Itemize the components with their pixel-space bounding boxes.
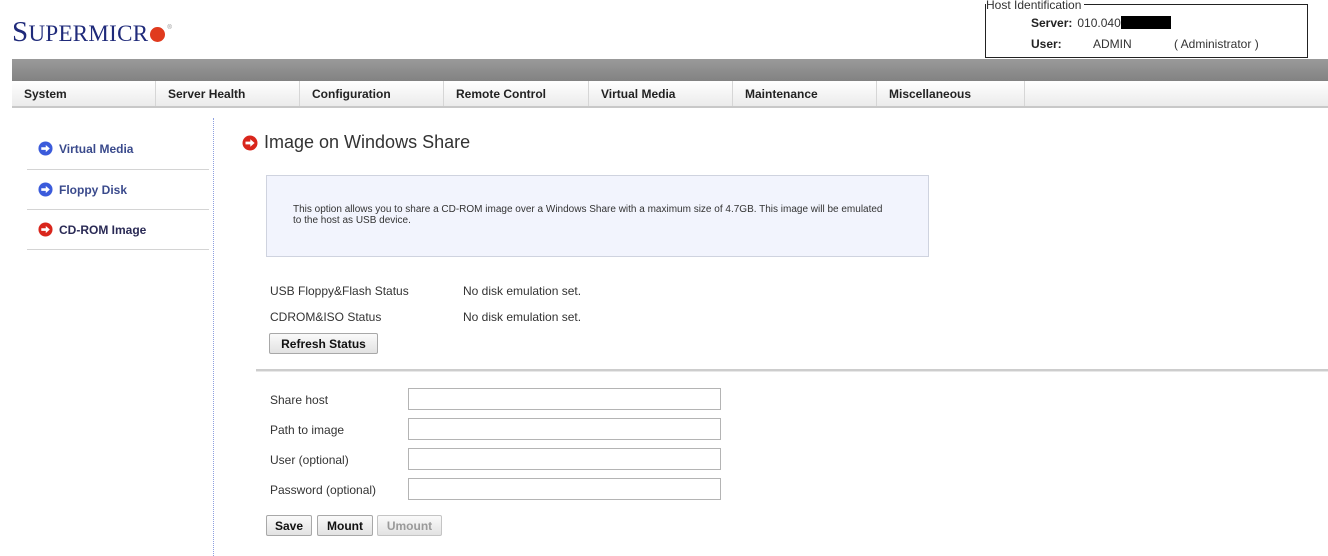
status-label: USB Floppy&Flash Status <box>270 284 409 298</box>
sidebar-item-label: CD-ROM Image <box>59 222 147 237</box>
info-text: This option allows you to share a CD-ROM… <box>293 204 883 226</box>
server-label: Server: <box>1031 16 1073 30</box>
sidebar-item-floppy-disk[interactable]: Floppy Disk <box>27 170 209 210</box>
nav-item-configuration[interactable]: Configuration <box>300 81 444 106</box>
save-button[interactable]: Save <box>266 515 312 536</box>
arrow-right-circle-icon <box>242 135 258 150</box>
user-label: User: <box>1031 37 1062 51</box>
nav-header-bar <box>12 59 1328 81</box>
nav-filler <box>1025 81 1328 106</box>
arrow-right-circle-icon <box>38 222 53 237</box>
sidebar-item-virtual-media[interactable]: Virtual Media <box>27 128 209 170</box>
path-to-image-input[interactable] <box>408 418 721 440</box>
user-row: User: ADMIN ( Administrator ) <box>1031 37 1306 51</box>
nav-item-remote-control[interactable]: Remote Control <box>444 81 589 106</box>
share-host-label: Share host <box>270 393 329 407</box>
user-input[interactable] <box>408 448 721 470</box>
user-optional-label: User (optional) <box>270 453 349 467</box>
cdrom-status-row: CDROM&ISO Status No disk emulation set. <box>270 310 581 324</box>
status-value: No disk emulation set. <box>463 284 582 298</box>
share-host-input[interactable] <box>408 388 721 410</box>
registered-mark: ® <box>167 25 172 31</box>
arrow-right-circle-icon <box>38 141 53 156</box>
mount-button[interactable]: Mount <box>317 515 373 536</box>
umount-button[interactable]: Umount <box>377 515 442 536</box>
host-identification-box: Host Identification Server: 010.040 User:… <box>985 0 1308 58</box>
server-row: Server: 010.040 <box>1031 16 1171 30</box>
server-value: 010.040 <box>1077 16 1121 30</box>
user-value: ADMIN <box>1093 37 1132 51</box>
password-input[interactable] <box>408 478 721 500</box>
status-value: No disk emulation set. <box>463 310 582 324</box>
logo-red-dot-icon <box>150 27 166 42</box>
redacted-block <box>1120 16 1171 29</box>
page-title-text: Image on Windows Share <box>264 132 471 152</box>
nav-item-miscellaneous[interactable]: Miscellaneous <box>877 81 1025 106</box>
host-identification-legend: Host Identification <box>986 0 1085 11</box>
main-nav: System Server Health Configuration Remot… <box>12 81 1328 108</box>
nav-item-server-health[interactable]: Server Health <box>156 81 300 106</box>
sidebar-item-label: Virtual Media <box>59 141 134 156</box>
sidebar-item-label: Floppy Disk <box>59 182 128 197</box>
info-box: This option allows you to share a CD-ROM… <box>266 175 929 257</box>
status-label: CDROM&ISO Status <box>270 310 382 324</box>
sidebar: Virtual Media Floppy Disk CD-ROM Image <box>27 128 209 250</box>
supermicro-logo: SUPERMICR ® <box>12 17 172 47</box>
page-title: Image on Windows Share <box>242 132 470 153</box>
section-divider <box>256 369 1328 372</box>
sidebar-item-cd-rom-image[interactable]: CD-ROM Image <box>27 210 209 250</box>
usb-floppy-status-row: USB Floppy&Flash Status No disk emulation… <box>270 284 581 298</box>
user-role: ( Administrator ) <box>1174 37 1259 51</box>
sidebar-divider <box>213 118 214 556</box>
nav-item-virtual-media[interactable]: Virtual Media <box>589 81 733 106</box>
password-optional-label: Password (optional) <box>270 483 377 497</box>
logo-text: SUPERMICR <box>12 16 149 48</box>
refresh-status-button[interactable]: Refresh Status <box>269 333 378 354</box>
nav-item-system[interactable]: System <box>12 81 156 106</box>
path-to-image-label: Path to image <box>270 423 345 437</box>
nav-item-maintenance[interactable]: Maintenance <box>733 81 877 106</box>
arrow-right-circle-icon <box>38 182 53 197</box>
